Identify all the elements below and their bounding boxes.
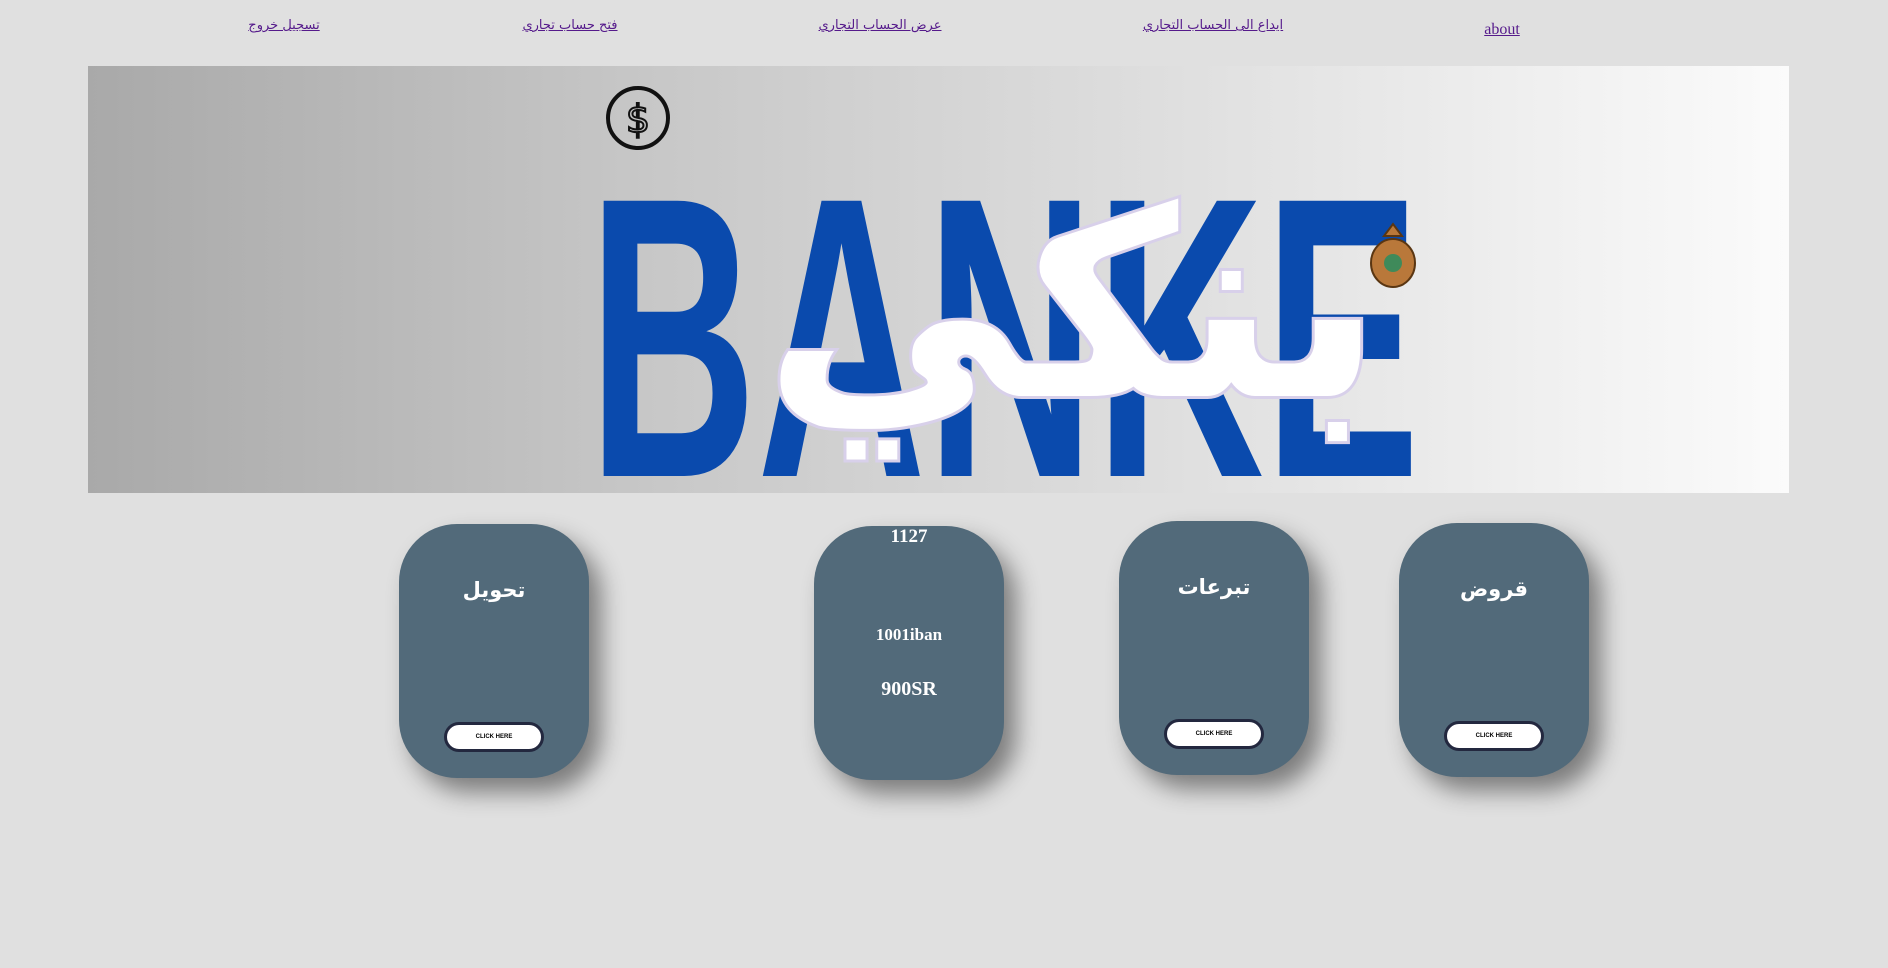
- account-iban: 1001iban: [875, 625, 943, 644]
- nav-open-account-link[interactable]: فتح حساب تجاري: [522, 18, 617, 33]
- loans-card: قروض CLICK HERE: [1399, 523, 1589, 777]
- donations-title: تبرعات: [1177, 575, 1251, 599]
- account-number: 1127: [890, 526, 928, 547]
- banner-logo: $ BANKE بنكي: [88, 66, 1789, 493]
- donations-card: تبرعات CLICK HERE: [1119, 521, 1309, 775]
- nav-deposit-link[interactable]: ايداع الى الحساب التجاري: [1143, 18, 1283, 33]
- donations-click-button[interactable]: CLICK HERE: [1164, 719, 1264, 749]
- transfer-click-button[interactable]: CLICK HERE: [444, 722, 544, 752]
- nav-about-link[interactable]: about: [1484, 21, 1520, 39]
- logo-arabic-text: بنكي: [764, 156, 1382, 461]
- transfer-card: تحويل CLICK HERE: [399, 524, 589, 778]
- account-balance: 900SR: [881, 678, 937, 700]
- nav-view-account-link[interactable]: عرض الحساب التجاري: [819, 18, 942, 33]
- loans-click-button[interactable]: CLICK HERE: [1444, 721, 1544, 751]
- transfer-title: تحويل: [462, 578, 526, 602]
- nav-logout-link[interactable]: تسجيل خروج: [248, 18, 319, 33]
- top-nav: تسجيل خروج فتح حساب تجاري عرض الحساب الت…: [0, 18, 1888, 44]
- account-card: 1127 1001iban 900SR: [814, 526, 1004, 780]
- loans-title: قروض: [1459, 577, 1529, 601]
